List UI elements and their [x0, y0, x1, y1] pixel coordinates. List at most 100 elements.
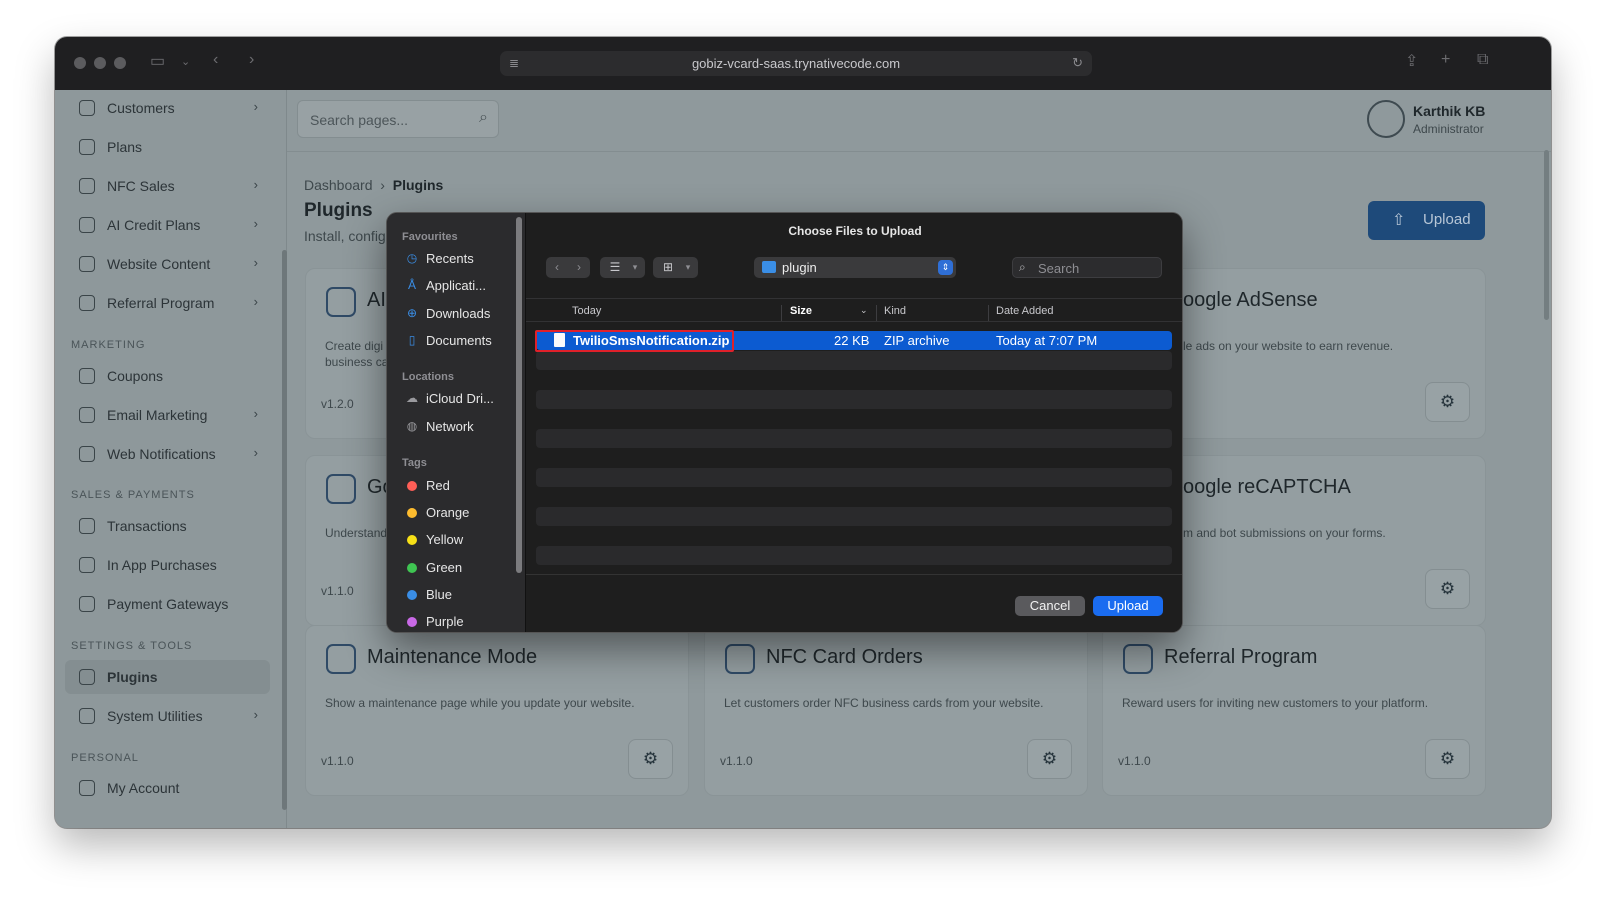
- column-kind-header[interactable]: Kind: [884, 305, 906, 317]
- search-icon: ⌕: [479, 109, 488, 126]
- folder-selector[interactable]: plugin ⇕: [754, 257, 956, 278]
- chevron-down-icon[interactable]: ⌄: [181, 55, 190, 68]
- dialog-search-input[interactable]: ⌕ Search: [1012, 257, 1162, 278]
- page-title: Plugins: [304, 200, 373, 221]
- sidebar-item-email-marketing[interactable]: Email Marketing ›: [65, 398, 270, 432]
- sidebar-item-my-account[interactable]: My Account: [65, 771, 270, 805]
- column-separator: [876, 305, 877, 321]
- content-icon: [79, 256, 95, 272]
- avatar[interactable]: [1367, 100, 1405, 138]
- card-version: v1.1.0: [321, 754, 354, 768]
- tag-green[interactable]: Green: [405, 557, 517, 579]
- sidebar-item-payment-gateways[interactable]: Payment Gateways: [65, 587, 270, 621]
- share-icon[interactable]: ⇪: [1405, 51, 1418, 71]
- page-scrollbar[interactable]: [1544, 150, 1549, 320]
- sidebar-item-label: Documents: [426, 333, 492, 348]
- sidebar-item-icloud[interactable]: ☁ iCloud Dri...: [405, 388, 517, 410]
- back-icon[interactable]: ‹: [213, 51, 218, 69]
- sidebar-item-system-utilities[interactable]: System Utilities ›: [65, 699, 270, 733]
- forward-icon[interactable]: ›: [568, 257, 590, 278]
- column-name-header[interactable]: Today: [572, 305, 601, 317]
- sidebar-item-plugins[interactable]: Plugins: [65, 660, 270, 694]
- chevron-right-icon: ›: [253, 216, 258, 231]
- tag-red[interactable]: Red: [405, 475, 517, 497]
- column-date-header[interactable]: Date Added: [996, 305, 1054, 317]
- plugin-card-nfc-orders: NFC Card Orders Let customers order NFC …: [704, 625, 1088, 796]
- dialog-sidebar-scrollbar[interactable]: [516, 217, 522, 573]
- sidebar-item-label: Coupons: [107, 368, 164, 384]
- file-size: 22 KB: [834, 333, 870, 348]
- chart-icon: [326, 474, 356, 504]
- sidebar-item-nfc-sales[interactable]: NFC Sales ›: [65, 169, 270, 203]
- sidebar-item-label: NFC Sales: [107, 178, 175, 194]
- minimize-window-button[interactable]: [94, 57, 106, 69]
- sidebar-item-documents[interactable]: ▯ Documents: [405, 330, 517, 352]
- column-separator: [781, 305, 782, 321]
- sidebar-item-transactions[interactable]: Transactions: [65, 509, 270, 543]
- sidebar-item-recents[interactable]: ◷ Recents: [405, 248, 517, 270]
- column-separator: [988, 305, 989, 321]
- settings-gear-button[interactable]: ⚙: [1425, 739, 1470, 779]
- sidebar-item-label: Plans: [107, 139, 143, 155]
- tag-dot-icon: [407, 617, 417, 627]
- sidebar-item-web-notifications[interactable]: Web Notifications ›: [65, 437, 270, 471]
- breadcrumb-dashboard[interactable]: Dashboard: [304, 177, 373, 193]
- search-input[interactable]: Search pages... ⌕: [297, 100, 499, 138]
- list-view-icon: ☰: [609, 260, 621, 274]
- tag-purple[interactable]: Purple: [405, 611, 517, 632]
- cancel-button[interactable]: Cancel: [1015, 596, 1085, 616]
- close-window-button[interactable]: [74, 57, 86, 69]
- card-title: AI: [367, 289, 386, 311]
- sidebar-item-applications[interactable]: Å Applicati...: [405, 275, 517, 297]
- card-description: Show a maintenance page while you update…: [325, 696, 635, 710]
- clock-icon: ◷: [406, 251, 418, 265]
- tag-dot-icon: [407, 590, 417, 600]
- card-description: le ads on your website to earn revenue.: [1183, 339, 1394, 353]
- upload-button[interactable]: Upload: [1093, 596, 1163, 616]
- sidebar-item-downloads[interactable]: ⊕ Downloads: [405, 303, 517, 325]
- tab-overview-icon[interactable]: ⧉: [1477, 51, 1488, 69]
- sidebar-item-website-content[interactable]: Website Content ›: [65, 247, 270, 281]
- column-size-header[interactable]: Size: [790, 305, 812, 317]
- sidebar-item-coupons[interactable]: Coupons: [65, 359, 270, 393]
- zoom-window-button[interactable]: [114, 57, 126, 69]
- tag-yellow[interactable]: Yellow: [405, 529, 517, 551]
- globe-icon: ◍: [406, 419, 418, 433]
- tag-orange[interactable]: Orange: [405, 502, 517, 524]
- sidebar-item-customers[interactable]: Customers ›: [65, 91, 270, 125]
- file-list-header: Today Size ⌄ Kind Date Added: [526, 298, 1182, 322]
- dialog-title: Choose Files to Upload: [788, 224, 922, 238]
- address-bar[interactable]: ≣ gobiz-vcard-saas.trynativecode.com ↻: [500, 51, 1092, 76]
- sidebar-item-label: Downloads: [426, 306, 491, 321]
- sidebar-item-ai-credit-plans[interactable]: AI Credit Plans ›: [65, 208, 270, 242]
- tag-label: Purple: [426, 614, 464, 629]
- tag-dot-icon: [407, 535, 417, 545]
- sidebar-toggle-icon[interactable]: ▭: [150, 51, 165, 71]
- browser-toolbar: ▭ ⌄ ‹ › ≣ gobiz-vcard-saas.trynativecode…: [55, 37, 1551, 90]
- sidebar-item-network[interactable]: ◍ Network: [405, 416, 517, 438]
- upload-plugin-button[interactable]: ⇧ Upload: [1368, 201, 1485, 240]
- settings-gear-button[interactable]: ⚙: [1027, 739, 1072, 779]
- sidebar-item-plans[interactable]: Plans: [65, 130, 270, 164]
- sidebar-scrollbar[interactable]: [282, 250, 287, 810]
- new-tab-icon[interactable]: +: [1441, 51, 1450, 69]
- settings-gear-button[interactable]: ⚙: [1425, 569, 1470, 609]
- settings-gear-button[interactable]: ⚙: [1425, 382, 1470, 422]
- sidebar-item-label: AI Credit Plans: [107, 217, 201, 233]
- nfc-icon: [79, 178, 95, 194]
- settings-gear-button[interactable]: ⚙: [628, 739, 673, 779]
- sidebar-item-in-app-purchases[interactable]: In App Purchases: [65, 548, 270, 582]
- list-view-button[interactable]: ☰ ▾: [600, 257, 645, 278]
- grid-view-icon: ⊞: [662, 260, 674, 274]
- sidebar-item-label: Website Content: [107, 256, 211, 272]
- forward-icon[interactable]: ›: [249, 51, 254, 69]
- applications-icon: Å: [407, 278, 416, 292]
- reload-icon[interactable]: ↻: [1072, 55, 1083, 71]
- tag-blue[interactable]: Blue: [405, 584, 517, 606]
- sidebar-item-label: Referral Program: [107, 295, 215, 311]
- tag-dot-icon: [407, 563, 417, 573]
- back-icon[interactable]: ‹: [546, 257, 568, 278]
- grid-view-button[interactable]: ⊞ ▾: [653, 257, 698, 278]
- sidebar-section-marketing: MARKETING: [71, 339, 146, 351]
- sidebar-item-referral-program[interactable]: Referral Program ›: [65, 286, 270, 320]
